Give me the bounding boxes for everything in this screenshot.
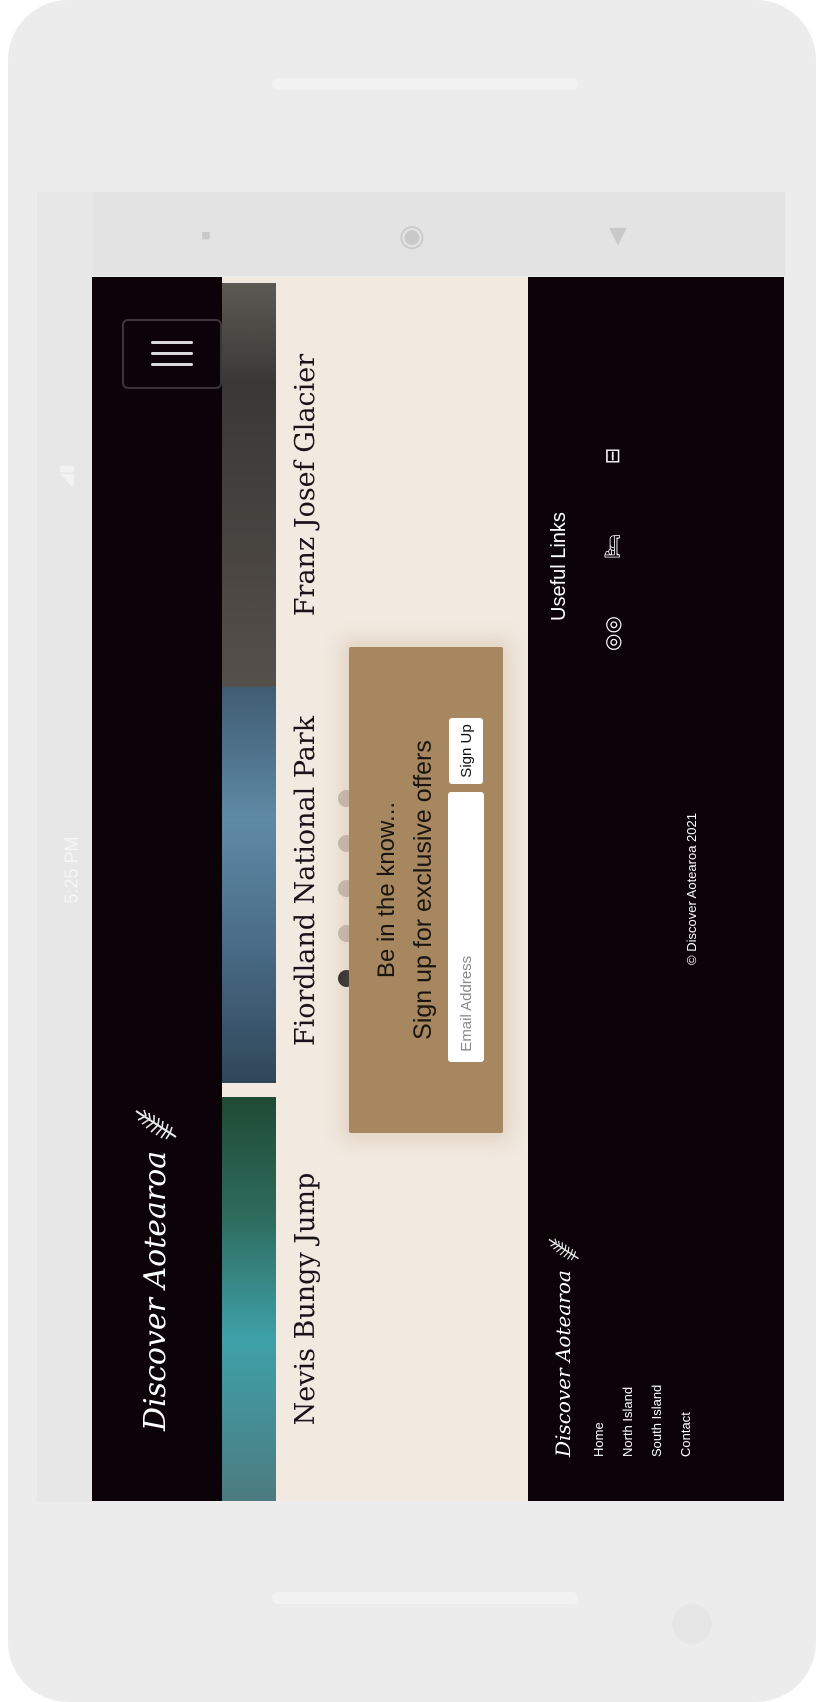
signal-icon: ◢▮ — [55, 464, 76, 488]
newsletter-subline: Sign up for exclusive offers — [409, 740, 437, 1040]
fern-icon — [135, 1109, 177, 1140]
system-nav-bar — [93, 192, 785, 276]
speaker-grille-bottom — [272, 1592, 578, 1604]
site-footer: Discover Aotearoa Home North Island Sout… — [528, 277, 784, 1501]
back-icon[interactable]: ▼ — [603, 219, 633, 253]
useful-links-title: Useful Links — [548, 512, 570, 621]
newsletter-headline: Be in the know... — [373, 801, 400, 979]
car-icon[interactable]: ⊟ — [600, 445, 625, 467]
card-title: Franz Josef Glacier — [290, 353, 321, 617]
footer-nav: Home North Island South Island Contact — [584, 1385, 700, 1457]
menu-line-icon — [151, 341, 193, 345]
hotel-bed-icon[interactable]: 🛏 — [600, 534, 625, 559]
card-image — [222, 1097, 276, 1501]
email-field[interactable] — [448, 791, 484, 1062]
footer-brand[interactable]: Discover Aotearoa — [546, 1236, 580, 1457]
footer-link-north-island[interactable]: North Island — [613, 1385, 642, 1457]
footer-brand-name: Discover Aotearoa — [551, 1270, 575, 1457]
card-image — [222, 283, 276, 687]
menu-line-icon — [151, 352, 193, 356]
useful-links-icons: ◎◎ 🛏 ⊟ — [600, 445, 625, 651]
menu-line-icon — [151, 363, 193, 367]
site-header: Discover Aotearoa — [92, 277, 222, 1501]
destination-card[interactable]: Nevis Bungy Jump — [222, 1097, 447, 1501]
newsletter-form: Sign Up — [448, 647, 484, 1133]
sign-up-button[interactable]: Sign Up — [449, 718, 483, 784]
footer-link-south-island[interactable]: South Island — [642, 1385, 671, 1457]
fern-icon — [548, 1238, 579, 1261]
destination-card[interactable]: Franz Josef Glacier — [222, 283, 447, 687]
card-title: Nevis Bungy Jump — [290, 1172, 321, 1426]
tripadvisor-icon[interactable]: ◎◎ — [600, 616, 625, 651]
card-image — [222, 679, 276, 1083]
home-nav-icon[interactable]: ◉ — [399, 219, 425, 254]
card-title: Fiordland National Park — [290, 715, 321, 1047]
app-viewport: Discover Aotearoa Nevis Bungy Jump Fiord… — [92, 277, 784, 1501]
brand-name: Discover Aotearoa — [137, 1150, 173, 1431]
app-screen: Discover Aotearoa Nevis Bungy Jump Fiord… — [92, 277, 784, 1501]
home-button — [672, 1604, 712, 1644]
copyright-text: © Discover Aotearoa 2021 — [684, 813, 699, 965]
status-time: 5:25 PM — [61, 836, 82, 904]
brand-logo[interactable]: Discover Aotearoa — [132, 1107, 178, 1431]
speaker-grille — [272, 78, 578, 90]
hamburger-menu-button[interactable] — [122, 319, 222, 389]
footer-link-home[interactable]: Home — [584, 1385, 613, 1457]
recents-icon[interactable]: ▪ — [201, 219, 212, 253]
newsletter-box: Be in the know... Sign up for exclusive … — [349, 647, 503, 1133]
